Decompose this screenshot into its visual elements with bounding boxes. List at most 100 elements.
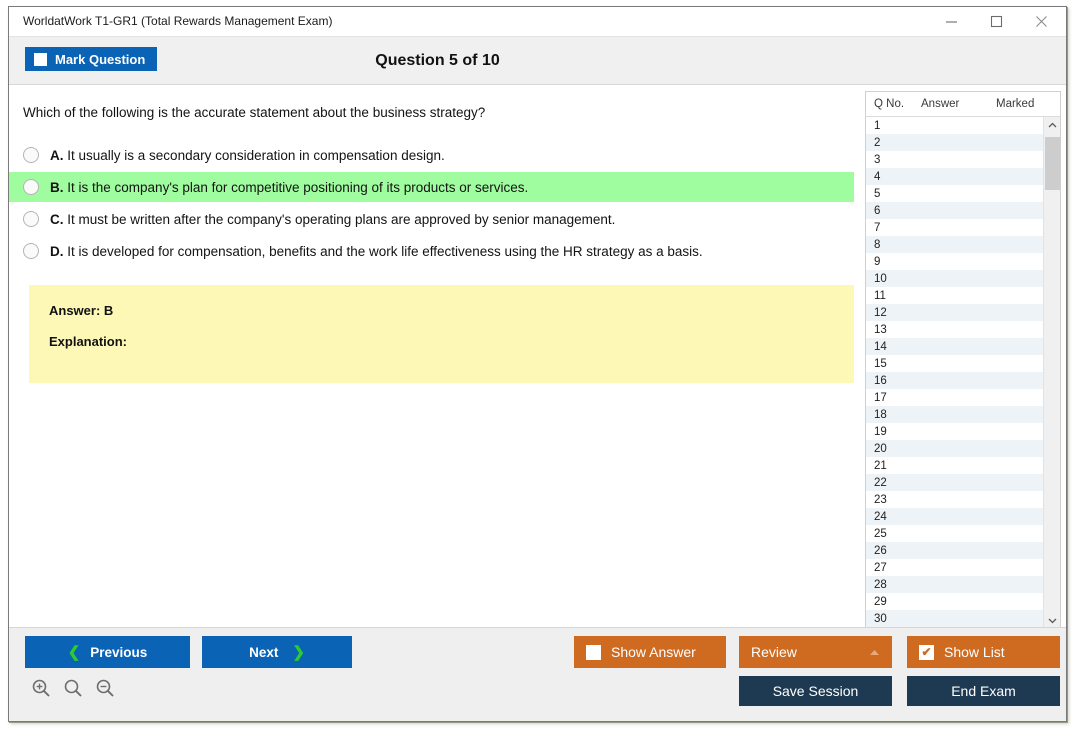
column-header-q-no: Q No.: [874, 98, 905, 110]
option-d-letter: D.: [50, 243, 64, 259]
question-list-row[interactable]: 5: [866, 185, 1044, 202]
question-list-row[interactable]: 11: [866, 287, 1044, 304]
option-a-letter: A.: [50, 147, 64, 163]
question-list-row[interactable]: 13: [866, 321, 1044, 338]
row-q-no: 6: [874, 204, 881, 217]
zoom-reset-icon[interactable]: [63, 678, 83, 698]
answer-option-b[interactable]: B. It is the company's plan for competit…: [9, 172, 854, 202]
option-d-body: It is developed for compensation, benefi…: [67, 243, 703, 259]
option-c-body: It must be written after the company's o…: [67, 211, 616, 227]
question-list-row[interactable]: 19: [866, 423, 1044, 440]
answer-line: Answer: B: [49, 303, 114, 318]
question-list-row[interactable]: 1: [866, 117, 1044, 134]
row-q-no: 27: [874, 561, 887, 574]
answer-explanation-box: Answer: B Explanation:: [29, 285, 854, 383]
minimize-button[interactable]: [929, 7, 974, 36]
option-d-text: D. It is developed for compensation, ben…: [50, 244, 703, 259]
option-b-letter: B.: [50, 179, 64, 195]
scroll-up-arrow-icon[interactable]: [1044, 117, 1060, 134]
end-exam-button[interactable]: End Exam: [907, 676, 1060, 706]
question-list-row[interactable]: 21: [866, 457, 1044, 474]
question-list-row[interactable]: 27: [866, 559, 1044, 576]
question-list-panel: Q No. Answer Marked 1 2 3 4 5 6 7 8 9 10 11 12 13 14 1…: [865, 91, 1061, 629]
question-list-row[interactable]: 9: [866, 253, 1044, 270]
question-counter: Question 5 of 10: [375, 52, 500, 69]
question-list-scrollbar[interactable]: [1043, 117, 1060, 628]
row-q-no: 28: [874, 578, 887, 591]
question-list-row[interactable]: 20: [866, 440, 1044, 457]
question-list-row[interactable]: 15: [866, 355, 1044, 372]
row-q-no: 19: [874, 425, 887, 438]
row-q-no: 7: [874, 221, 881, 234]
show-answer-checkbox[interactable]: [586, 644, 601, 660]
row-q-no: 11: [874, 289, 886, 302]
row-q-no: 21: [874, 459, 887, 472]
scrollbar-thumb[interactable]: [1045, 137, 1060, 190]
show-list-checkbox[interactable]: ✔: [919, 644, 934, 660]
option-b-text: B. It is the company's plan for competit…: [50, 180, 528, 195]
radio-a[interactable]: [23, 147, 39, 163]
show-answer-label: Show Answer: [611, 644, 696, 660]
question-list-row[interactable]: 7: [866, 219, 1044, 236]
question-list-row[interactable]: 14: [866, 338, 1044, 355]
question-list-row[interactable]: 24: [866, 508, 1044, 525]
window-title: WorldatWork T1-GR1 (Total Rewards Manage…: [23, 14, 333, 28]
question-list-body[interactable]: 1 2 3 4 5 6 7 8 9 10 11 12 13 14 15 16 17 18 19 20 21 22 23 24 2…: [866, 117, 1044, 628]
window-title-bar: WorldatWork T1-GR1 (Total Rewards Manage…: [9, 7, 1066, 37]
previous-button[interactable]: ❮ Previous: [25, 636, 190, 668]
answer-option-d[interactable]: D. It is developed for compensation, ben…: [9, 236, 854, 266]
previous-label: Previous: [90, 644, 148, 660]
mark-question-button[interactable]: Mark Question: [25, 47, 158, 71]
zoom-in-icon[interactable]: [31, 678, 51, 698]
question-list-row[interactable]: 25: [866, 525, 1044, 542]
exam-window: WorldatWork T1-GR1 (Total Rewards Manage…: [8, 6, 1067, 722]
row-q-no: 9: [874, 255, 881, 268]
question-list-row[interactable]: 3: [866, 151, 1044, 168]
row-q-no: 1: [874, 119, 881, 132]
answer-option-a[interactable]: A. It usually is a secondary considerati…: [9, 140, 854, 170]
option-a-text: A. It usually is a secondary considerati…: [50, 148, 445, 163]
question-list-row[interactable]: 26: [866, 542, 1044, 559]
question-list-row[interactable]: 6: [866, 202, 1044, 219]
radio-b[interactable]: [23, 179, 39, 195]
question-list-row[interactable]: 29: [866, 593, 1044, 610]
zoom-out-icon[interactable]: [95, 678, 115, 698]
close-icon: [1036, 16, 1047, 27]
answer-option-c[interactable]: C. It must be written after the company'…: [9, 204, 854, 234]
column-header-answer: Answer: [921, 98, 960, 110]
question-list-row[interactable]: 10: [866, 270, 1044, 287]
question-list-row[interactable]: 28: [866, 576, 1044, 593]
save-session-button[interactable]: Save Session: [739, 676, 892, 706]
question-list-row[interactable]: 4: [866, 168, 1044, 185]
question-stem: Which of the following is the accurate s…: [23, 105, 486, 120]
next-button[interactable]: Next ❯: [202, 636, 352, 668]
maximize-button[interactable]: [974, 7, 1019, 36]
row-q-no: 25: [874, 527, 887, 540]
radio-c[interactable]: [23, 211, 39, 227]
question-list-row[interactable]: 30: [866, 610, 1044, 627]
review-label: Review: [751, 644, 797, 660]
row-q-no: 20: [874, 442, 887, 455]
question-list-row[interactable]: 23: [866, 491, 1044, 508]
question-list-row[interactable]: 18: [866, 406, 1044, 423]
chevron-down-icon: [1048, 618, 1057, 624]
explanation-line: Explanation:: [49, 334, 128, 349]
question-list-row[interactable]: 16: [866, 372, 1044, 389]
mark-question-checkbox[interactable]: [34, 52, 47, 66]
option-b-body: It is the company's plan for competitive…: [67, 179, 529, 195]
radio-d[interactable]: [23, 243, 39, 259]
option-c-text: C. It must be written after the company'…: [50, 212, 615, 227]
review-dropdown[interactable]: Review: [739, 636, 892, 668]
question-list-row[interactable]: 2: [866, 134, 1044, 151]
question-pane: Which of the following is the accurate s…: [9, 85, 854, 625]
row-q-no: 16: [874, 374, 887, 387]
mark-question-label: Mark Question: [55, 51, 146, 67]
show-list-button[interactable]: ✔ Show List: [907, 636, 1060, 668]
question-list-row[interactable]: 22: [866, 474, 1044, 491]
question-list-row[interactable]: 12: [866, 304, 1044, 321]
show-answer-button[interactable]: Show Answer: [574, 636, 726, 668]
answer-options-list: A. It usually is a secondary considerati…: [9, 140, 854, 268]
question-list-row[interactable]: 17: [866, 389, 1044, 406]
question-list-row[interactable]: 8: [866, 236, 1044, 253]
close-button[interactable]: [1019, 7, 1064, 36]
